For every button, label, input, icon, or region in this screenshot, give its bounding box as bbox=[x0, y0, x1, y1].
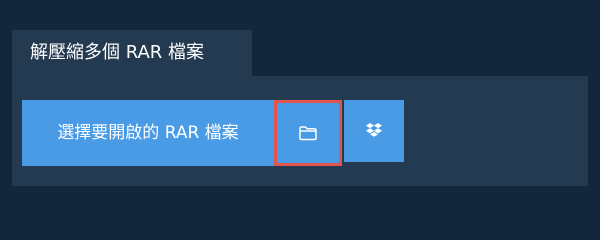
dropbox-icon bbox=[364, 121, 384, 141]
tab-label: 解壓縮多個 RAR 檔案 bbox=[30, 42, 205, 63]
choose-rar-file-label: 選擇要開啟的 RAR 檔案 bbox=[57, 123, 239, 143]
open-folder-button[interactable] bbox=[274, 100, 342, 166]
choose-rar-file-button[interactable]: 選擇要開啟的 RAR 檔案 bbox=[22, 100, 274, 166]
dropbox-button[interactable] bbox=[344, 100, 404, 162]
folder-icon bbox=[298, 123, 318, 143]
tab-extract-multiple-rar[interactable]: 解壓縮多個 RAR 檔案 bbox=[12, 30, 252, 76]
